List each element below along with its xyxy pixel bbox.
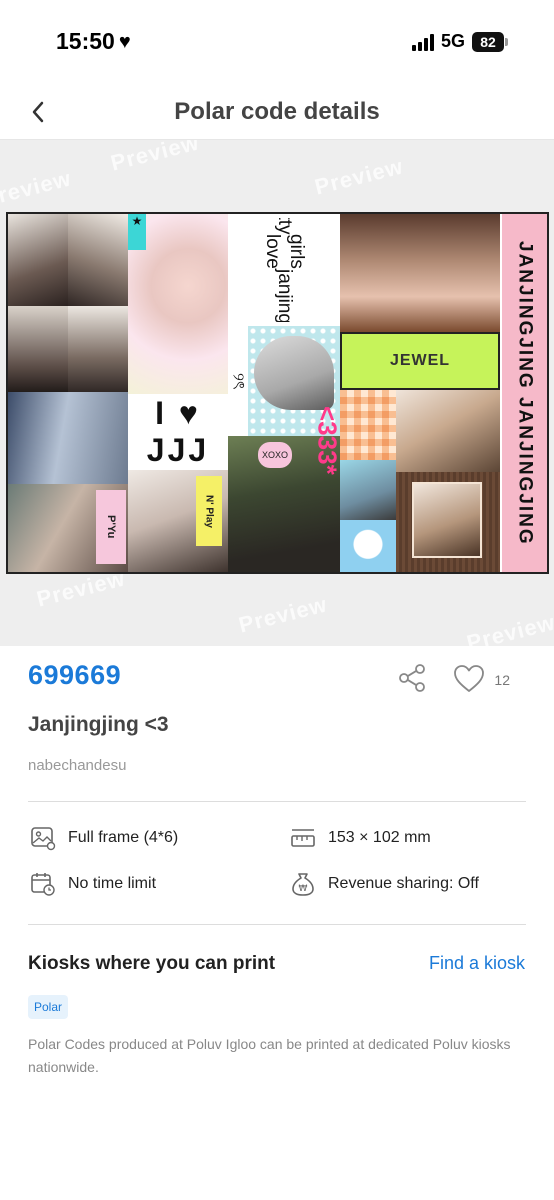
spec-revenue: ₩ Revenue sharing: Off: [290, 871, 479, 897]
share-button[interactable]: [396, 662, 428, 694]
watermark: Preview: [108, 140, 202, 176]
collage-text-play: N' Play: [203, 494, 215, 528]
divider: [28, 801, 526, 802]
collage-text-pretty: pretty: [272, 218, 296, 234]
clock-label: 15:50: [56, 28, 115, 54]
code-name: Janjingjing <3: [28, 713, 169, 736]
spec-frame: Full frame (4*6): [30, 825, 178, 851]
spec-size: 153 × 102 mm: [290, 825, 431, 851]
network-label: 5G: [440, 31, 465, 51]
collage-side-banner: JANJINGJING JANJINGJING: [514, 240, 536, 546]
collage-text-girls-love: girls love: [262, 234, 307, 269]
heart-status-icon: ♥: [118, 30, 131, 53]
spec-frame-label: Full frame (4*6): [68, 829, 179, 846]
collage-text-xoxo: XOXO: [261, 450, 288, 460]
spec-time-label: No time limit: [68, 875, 157, 892]
like-button[interactable]: [452, 663, 486, 695]
svg-text:₩: ₩: [299, 884, 308, 894]
page-title: Polar code details: [174, 98, 380, 125]
spec-size-label: 153 × 102 mm: [328, 829, 431, 846]
signal-icon: [411, 33, 434, 51]
collage-text-i-heart-jjj: I ♥ JJJ: [146, 395, 210, 468]
share-icon: [399, 664, 425, 692]
app-header: Polar code details: [0, 84, 554, 140]
collage-text-number: <333*: [312, 405, 343, 475]
spec-revenue-label: Revenue sharing: Off: [328, 875, 479, 892]
collage-text-ke: ୨ৎ: [229, 372, 247, 390]
heart-outline-icon: [454, 665, 484, 692]
divider: [28, 924, 526, 925]
collage-text-pyu: P'Yu: [105, 515, 117, 539]
battery-level: 82: [472, 31, 504, 52]
author-name[interactable]: nabechandesu: [28, 757, 126, 774]
collage-text-janjingjing: janjingjing: [274, 268, 295, 322]
find-kiosk-link[interactable]: Find a kiosk: [429, 953, 525, 974]
watermark: Preview: [236, 591, 330, 638]
kiosk-section-title: Kiosks where you can print: [28, 953, 276, 974]
code-row: 699669 12: [28, 660, 526, 700]
polar-collage-image[interactable]: P'Yu ★ I ♥ JJJ N' Play pretty girls love…: [6, 212, 549, 574]
ruler-icon: [290, 825, 316, 851]
status-bar: 15:50 ♥ 5G 82: [0, 0, 554, 84]
watermark: Preview: [464, 609, 554, 646]
like-count: 12: [494, 672, 510, 688]
kiosk-description: Polar Codes produced at Poluv Igloo can …: [28, 1036, 511, 1075]
polar-code-number: 699669: [28, 660, 122, 690]
spec-time: No time limit: [30, 871, 156, 897]
status-time: 15:50 ♥: [56, 28, 131, 55]
preview-area: Preview Preview Preview Preview Preview …: [0, 140, 554, 646]
battery-icon: 82: [472, 31, 508, 52]
status-indicators: 5G 82: [411, 31, 508, 52]
image-frame-icon: [30, 825, 56, 851]
collage-text-jewel: JEWEL: [389, 352, 451, 369]
watermark: Preview: [0, 165, 74, 212]
calendar-clock-icon: [30, 871, 56, 897]
watermark: Preview: [312, 153, 406, 200]
money-bag-icon: ₩: [290, 871, 316, 897]
polar-badge: Polar: [28, 995, 69, 1019]
